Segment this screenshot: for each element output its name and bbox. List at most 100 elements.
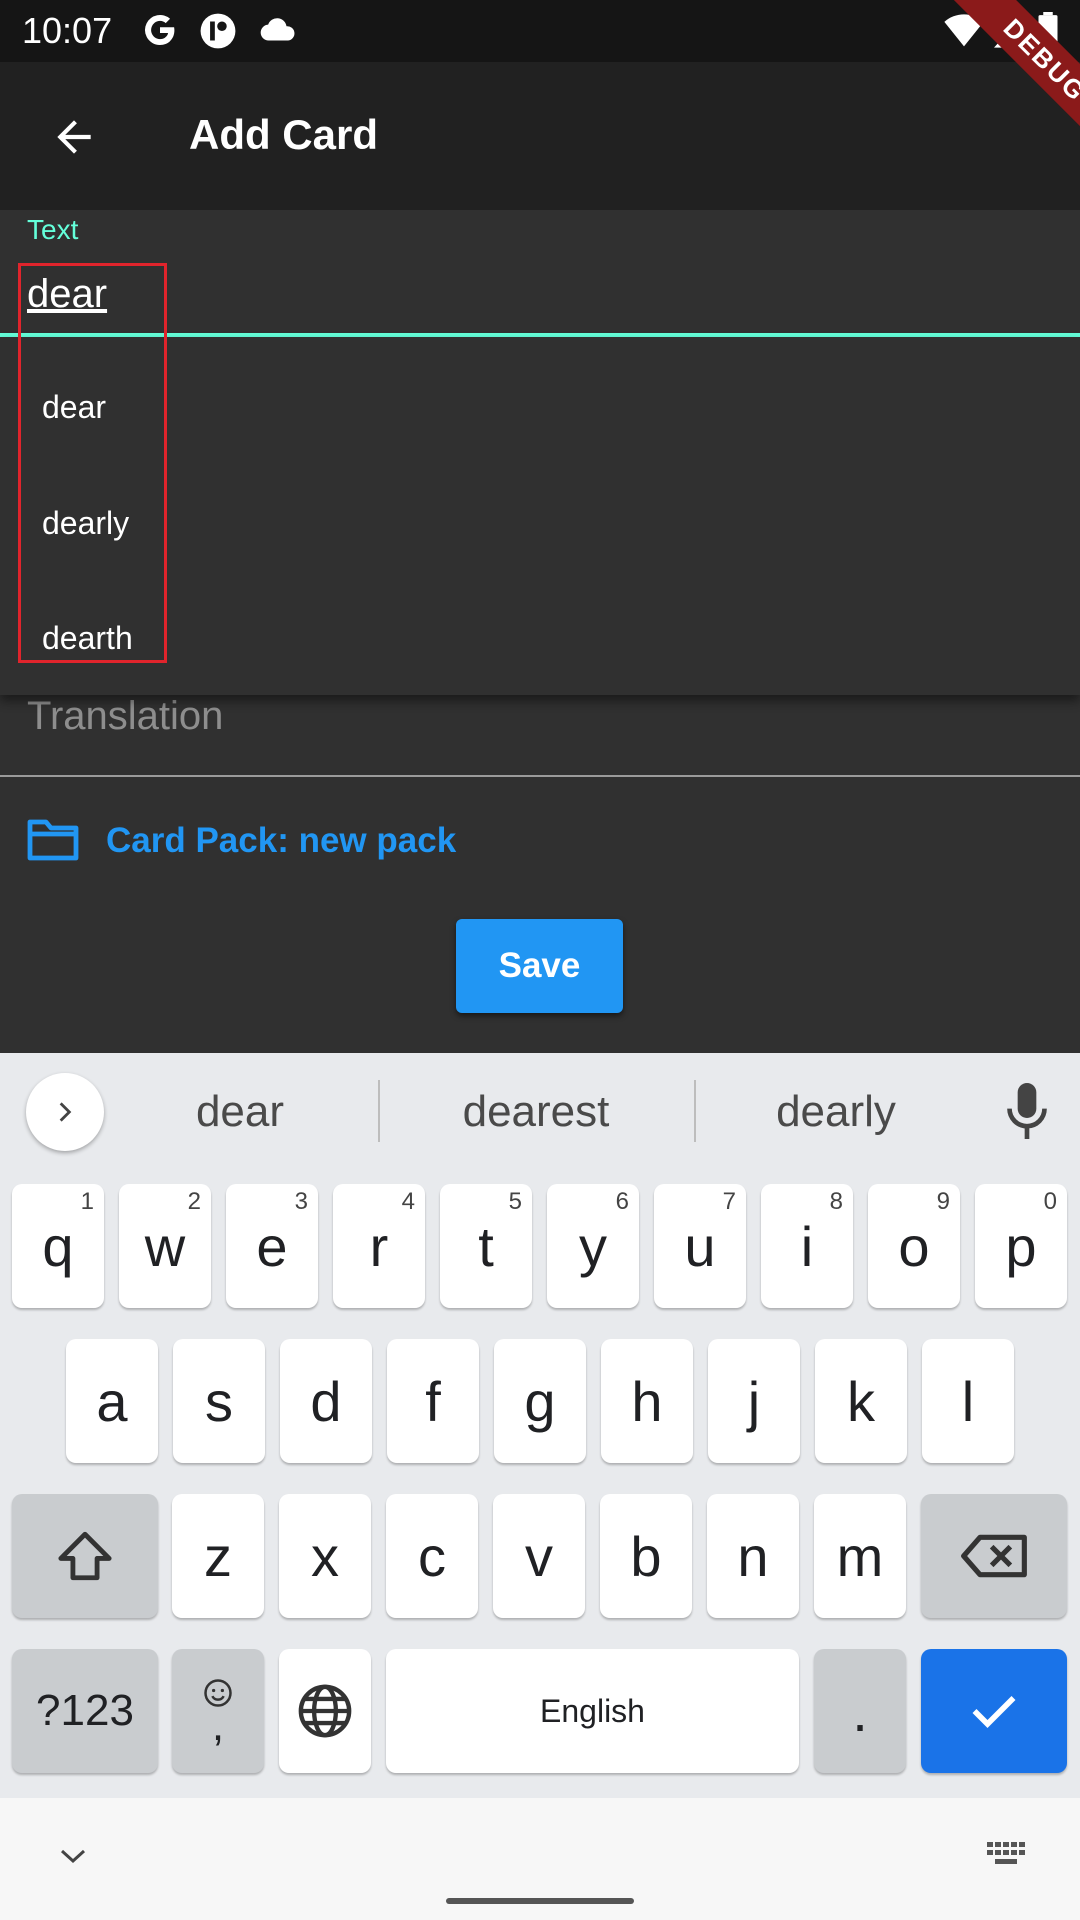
key-label: y	[579, 1214, 607, 1278]
key-r[interactable]: r4	[333, 1184, 425, 1308]
enter-key[interactable]	[921, 1649, 1067, 1773]
key-y[interactable]: y6	[547, 1184, 639, 1308]
translation-underline	[0, 775, 1080, 777]
key-number-hint: 2	[187, 1188, 201, 1215]
folder-icon[interactable]	[26, 818, 80, 862]
key-label: i	[800, 1214, 814, 1278]
backspace-icon	[961, 1534, 1027, 1578]
key-g[interactable]: g	[494, 1339, 586, 1463]
key-number-hint: 9	[936, 1188, 950, 1215]
status-time: 10:07	[22, 10, 113, 51]
shift-icon	[58, 1531, 112, 1581]
key-label: k	[847, 1369, 875, 1433]
microphone-icon[interactable]	[1005, 1083, 1049, 1139]
key-label: u	[684, 1214, 716, 1278]
key-label: f	[425, 1369, 441, 1433]
signal-icon	[994, 12, 1026, 48]
key-label: s	[205, 1369, 233, 1433]
key-label: ,	[211, 1701, 225, 1750]
key-l[interactable]: l	[922, 1339, 1014, 1463]
key-label: ?123	[36, 1686, 134, 1735]
key-b[interactable]: b	[600, 1494, 692, 1618]
key-label: r	[369, 1214, 389, 1278]
battery-icon	[1038, 12, 1058, 50]
chevron-right-icon	[59, 1102, 72, 1122]
back-arrow-icon[interactable]	[46, 112, 102, 162]
key-label: b	[630, 1524, 662, 1588]
backspace-key[interactable]	[921, 1494, 1067, 1618]
key-label: t	[478, 1214, 494, 1278]
app-bar	[0, 62, 1080, 210]
keyboard-suggestion[interactable]: dear	[140, 1086, 340, 1138]
key-label: e	[256, 1214, 288, 1278]
key-label: l	[961, 1369, 975, 1433]
emoji-comma-key[interactable]: ,	[172, 1649, 264, 1773]
shift-key[interactable]	[12, 1494, 158, 1618]
key-f[interactable]: f	[387, 1339, 479, 1463]
key-h[interactable]: h	[601, 1339, 693, 1463]
key-label: h	[631, 1369, 663, 1433]
home-indicator[interactable]	[446, 1898, 634, 1904]
key-s[interactable]: s	[173, 1339, 265, 1463]
text-field-label: Text	[27, 214, 79, 245]
key-n[interactable]: n	[707, 1494, 799, 1618]
key-number-hint: 5	[508, 1188, 522, 1215]
key-c[interactable]: c	[386, 1494, 478, 1618]
key-label: o	[898, 1214, 930, 1278]
key-label: English	[540, 1692, 645, 1729]
key-number-hint: 7	[722, 1188, 736, 1215]
key-label: a	[96, 1369, 128, 1433]
key-a[interactable]: a	[66, 1339, 158, 1463]
key-t[interactable]: t5	[440, 1184, 532, 1308]
cloud-icon	[260, 18, 295, 41]
key-label: q	[42, 1214, 74, 1278]
key-q[interactable]: q1	[12, 1184, 104, 1308]
key-number-hint: 8	[829, 1188, 843, 1215]
key-label: m	[836, 1524, 884, 1588]
checkmark-icon	[972, 1696, 1016, 1728]
key-label: j	[747, 1369, 761, 1433]
keyboard-switch-icon[interactable]	[985, 1840, 1029, 1870]
key-number-hint: 1	[80, 1188, 94, 1215]
key-m[interactable]: m	[814, 1494, 906, 1618]
wifi-icon	[944, 14, 984, 47]
key-j[interactable]: j	[708, 1339, 800, 1463]
translation-input[interactable]: Translation	[27, 692, 223, 740]
key-k[interactable]: k	[815, 1339, 907, 1463]
save-button[interactable]: Save	[456, 919, 623, 1013]
keyboard-expand-button[interactable]	[26, 1073, 104, 1151]
page-title: Add Card	[189, 111, 378, 158]
key-o[interactable]: o9	[868, 1184, 960, 1308]
key-i[interactable]: i8	[761, 1184, 853, 1308]
language-key[interactable]	[279, 1649, 371, 1773]
key-p[interactable]: p0	[975, 1184, 1067, 1308]
key-z[interactable]: z	[172, 1494, 264, 1618]
globe-icon	[298, 1684, 352, 1738]
key-e[interactable]: e3	[226, 1184, 318, 1308]
keyboard-suggestion[interactable]: dearly	[716, 1086, 956, 1138]
hide-keyboard-icon[interactable]	[58, 1846, 88, 1866]
card-pack-link[interactable]: Card Pack: new pack	[106, 820, 456, 862]
key-label: v	[525, 1524, 553, 1588]
google-icon	[145, 14, 175, 46]
keyboard-suggestion[interactable]: dearest	[396, 1086, 676, 1138]
key-label: n	[737, 1524, 769, 1588]
key-x[interactable]: x	[279, 1494, 371, 1618]
symbols-key[interactable]: ?123	[12, 1649, 158, 1773]
key-w[interactable]: w2	[119, 1184, 211, 1308]
key-label: .	[852, 1679, 868, 1743]
suggestion-divider	[378, 1080, 380, 1142]
period-key[interactable]: .	[814, 1649, 906, 1773]
key-label: p	[1005, 1214, 1037, 1278]
key-u[interactable]: u7	[654, 1184, 746, 1308]
space-key[interactable]: English	[386, 1649, 799, 1773]
key-label: d	[310, 1369, 342, 1433]
key-label: g	[524, 1369, 556, 1433]
key-label: c	[418, 1524, 446, 1588]
suggestion-divider	[694, 1080, 696, 1142]
app-icon	[200, 13, 236, 49]
key-number-hint: 3	[294, 1188, 308, 1215]
key-label: x	[311, 1524, 339, 1588]
key-v[interactable]: v	[493, 1494, 585, 1618]
key-d[interactable]: d	[280, 1339, 372, 1463]
